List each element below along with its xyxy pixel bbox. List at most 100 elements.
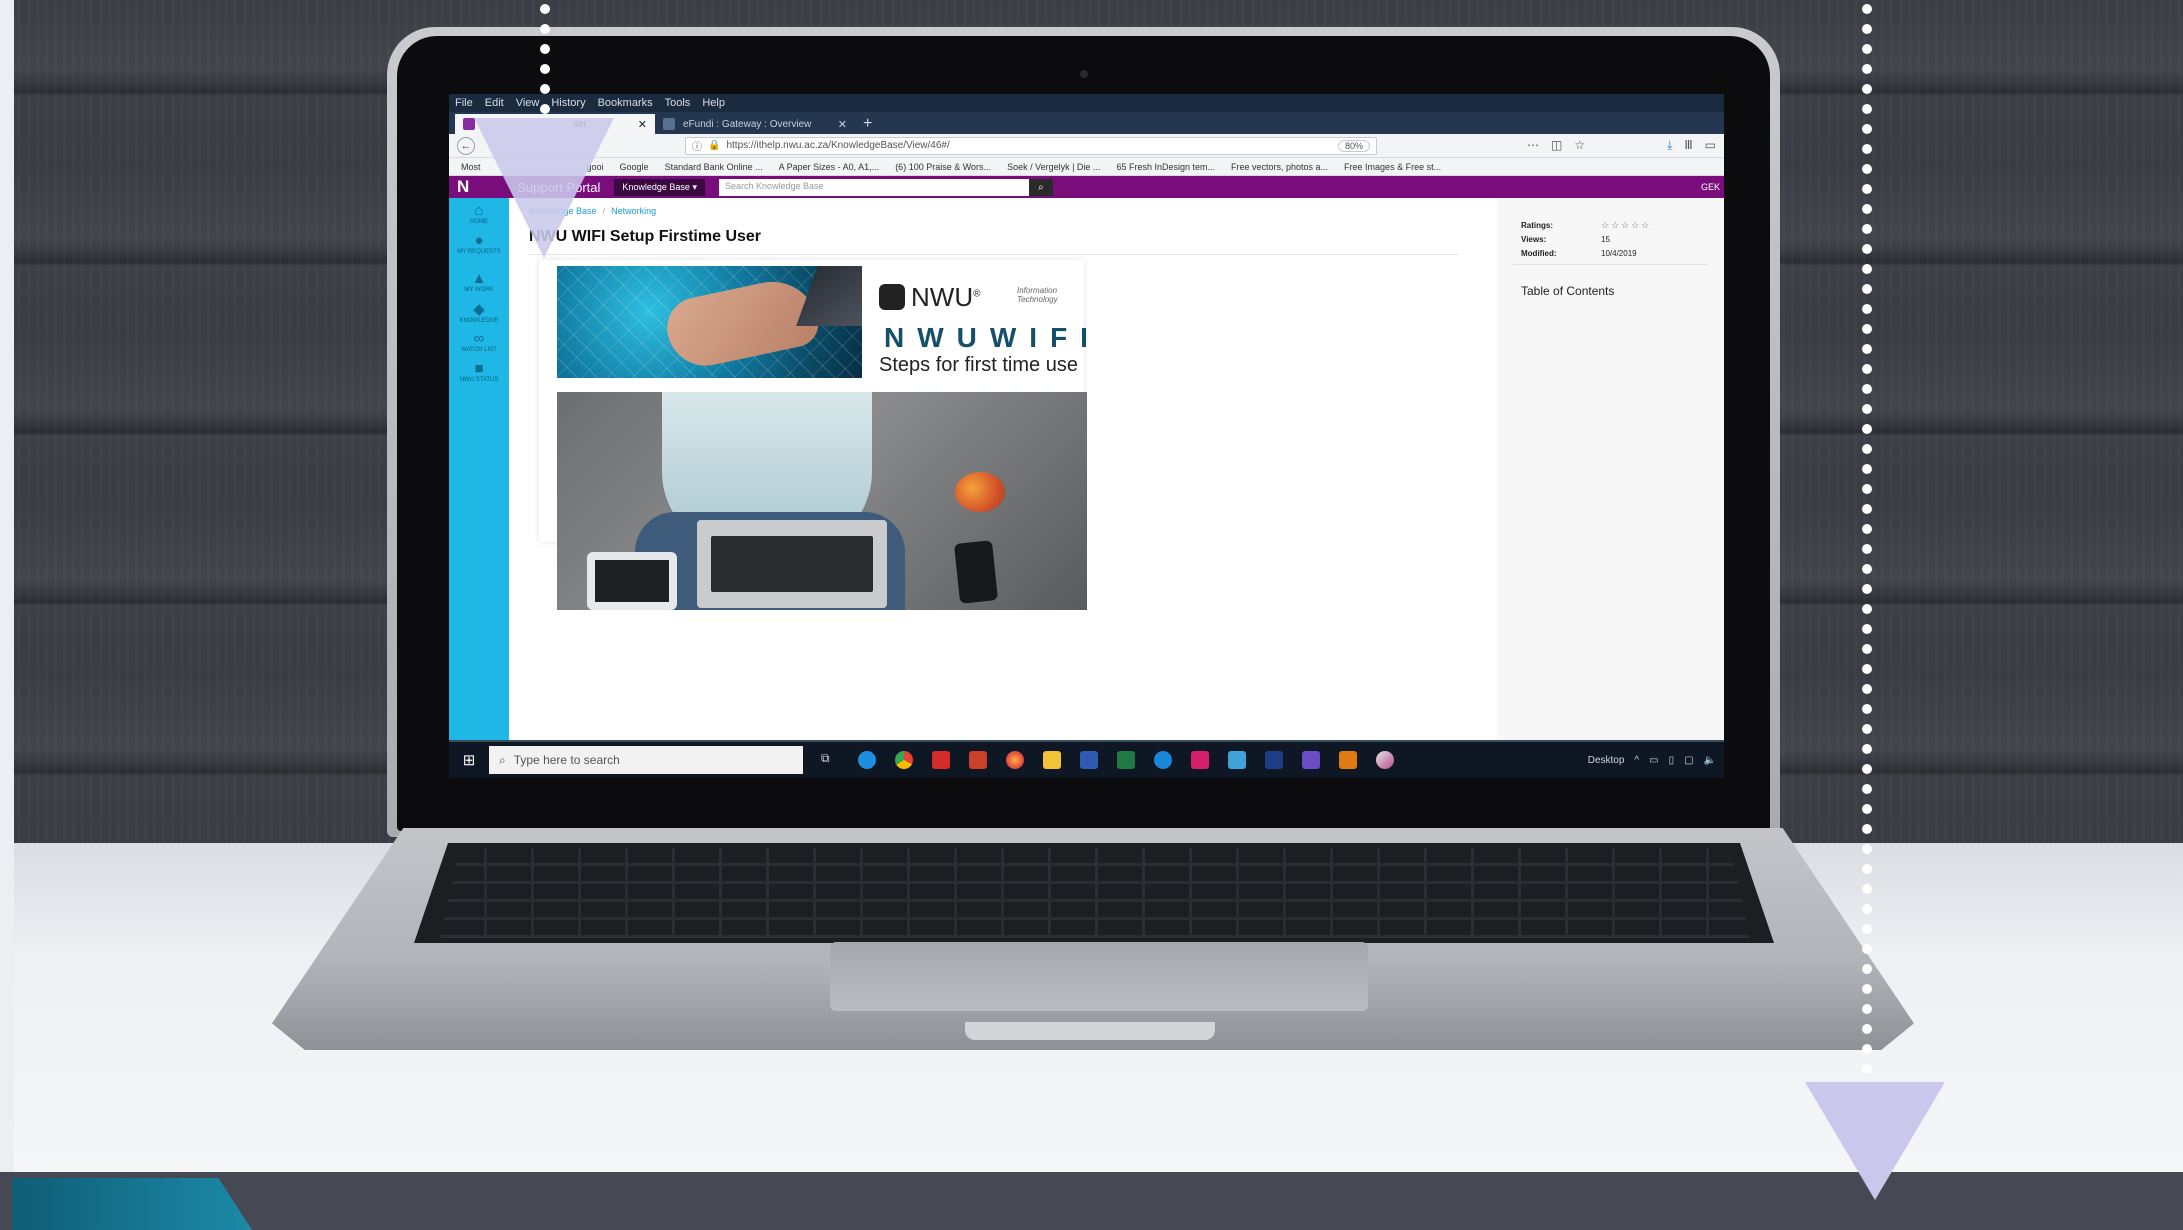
menu-help[interactable]: Help	[702, 97, 725, 109]
library-icon[interactable]: Ⅲ	[1684, 138, 1692, 153]
info-icon[interactable]: ⓘ	[692, 138, 702, 153]
sidebar-item-watch-list[interactable]: ∞ WATCH LIST	[449, 330, 509, 353]
rating-stars[interactable]: ☆☆☆☆☆	[1601, 220, 1651, 230]
volume-icon[interactable]: 🔈	[1704, 755, 1716, 766]
download-icon[interactable]: ⤓	[1667, 138, 1672, 153]
dotted-line-right	[1862, 0, 1872, 1074]
menu-history[interactable]: History	[551, 97, 585, 109]
dot	[1862, 144, 1872, 154]
word-icon[interactable]	[1080, 751, 1098, 769]
file-explorer-icon[interactable]	[1043, 751, 1061, 769]
bookmark-item[interactable]: Free Images & Free st...	[1344, 162, 1441, 172]
bookmark-item[interactable]: Google	[620, 162, 649, 172]
indesign-icon[interactable]	[1191, 751, 1209, 769]
search-icon: ⌕	[499, 752, 506, 767]
excel-icon[interactable]	[1117, 751, 1135, 769]
sidebar-item-my-work[interactable]: ▲ MY WORK	[449, 270, 509, 293]
edge-icon[interactable]	[858, 751, 876, 769]
powerpoint-icon[interactable]	[969, 751, 987, 769]
sidebar-item-label: WATCH LIST	[461, 347, 497, 353]
dot	[1862, 404, 1872, 414]
laptop-front-lip	[965, 1022, 1215, 1040]
url-text: https://ithelp.nwu.ac.za/KnowledgeBase/V…	[726, 140, 950, 151]
dot	[1862, 44, 1872, 54]
chrome-icon[interactable]	[895, 751, 913, 769]
scene: File Edit View History Bookmarks Tools H…	[0, 0, 2183, 1230]
windows-start-icon[interactable]: ⊞	[449, 751, 489, 769]
network-icon[interactable]: ▭	[1649, 755, 1658, 766]
meta-divider	[1513, 264, 1708, 265]
bookmark-item[interactable]: Standard Bank Online ...	[665, 162, 763, 172]
system-tray: Desktop ^ ▭ ▯ ▢ 🔈	[1588, 755, 1724, 766]
windows-taskbar: ⊞ ⌕ Type here to search ⧉ Desktop ^ ▭ ▯ …	[449, 742, 1724, 778]
ssms-icon[interactable]	[1228, 751, 1246, 769]
bookmark-item[interactable]: Free vectors, photos a...	[1231, 162, 1328, 172]
menu-tools[interactable]: Tools	[665, 97, 691, 109]
pocket-icon[interactable]: ◫	[1551, 138, 1562, 153]
dot	[1862, 904, 1872, 914]
portal-content: ⌂ HOME ● MY REQUESTS ▲ MY WORK ◆ KNOWLED…	[449, 198, 1724, 758]
dot	[1862, 824, 1872, 834]
paint-icon[interactable]	[1376, 751, 1394, 769]
zoom-indicator[interactable]: 80%	[1337, 139, 1370, 152]
back-button[interactable]: ←	[457, 136, 475, 155]
taskbar-apps: ⧉	[821, 751, 1394, 769]
new-tab-button[interactable]: +	[855, 114, 880, 134]
laptop-trackpad	[830, 942, 1368, 1011]
acrobat-icon[interactable]	[932, 751, 950, 769]
dot	[1862, 644, 1872, 654]
keyboard-keys	[440, 848, 1750, 938]
dotted-line-left	[540, 0, 550, 114]
sidebar-icon[interactable]: ▭	[1705, 138, 1716, 153]
photoshop-icon[interactable]	[1265, 751, 1283, 769]
portal-logo[interactable]: N	[457, 177, 469, 197]
more-icon[interactable]: ⋯	[1527, 138, 1539, 153]
url-bar[interactable]: ⓘ 🔒 https://ithelp.nwu.ac.za/KnowledgeBa…	[685, 136, 1377, 155]
divider	[529, 254, 1459, 255]
banner-photo	[557, 392, 1087, 610]
dot	[540, 4, 550, 14]
photo-apple	[955, 472, 1005, 512]
menu-bookmarks[interactable]: Bookmarks	[598, 97, 653, 109]
tab-label: eFundi : Gateway : Overview	[683, 118, 812, 130]
edge-new-icon[interactable]	[1154, 751, 1172, 769]
kb-search-input[interactable]: Search Knowledge Base	[718, 178, 1029, 196]
star-icon[interactable]: ☆	[1574, 138, 1585, 153]
tab-efundi[interactable]: eFundi : Gateway : Overview ✕	[655, 114, 855, 134]
illustrator-icon[interactable]	[1339, 751, 1357, 769]
webcam	[1080, 70, 1088, 78]
close-tab-icon[interactable]: ✕	[638, 118, 647, 131]
sidebar-item-knowledge[interactable]: ◆ KNOWLEDGE	[449, 300, 509, 324]
photo-laptop	[697, 520, 887, 608]
task-view-icon[interactable]: ⧉	[821, 751, 839, 769]
bookmark-item[interactable]: 65 Fresh InDesign tem...	[1116, 162, 1215, 172]
menu-view[interactable]: View	[516, 97, 540, 109]
dot	[540, 84, 550, 94]
bookmark-item[interactable]: (6) 100 Praise & Wors...	[895, 162, 991, 172]
menu-file[interactable]: File	[455, 97, 473, 109]
battery-icon[interactable]: ▯	[1669, 755, 1675, 766]
sidebar-item-nwu-status[interactable]: ■ NWU STATUS	[449, 360, 509, 383]
dot	[1862, 64, 1872, 74]
dot	[1862, 464, 1872, 474]
user-badge[interactable]: GEK	[1701, 182, 1724, 192]
taskbar-search-input[interactable]: ⌕ Type here to search	[489, 746, 803, 774]
close-tab-icon[interactable]: ✕	[838, 118, 847, 131]
desktop-toolbar[interactable]: Desktop	[1588, 755, 1625, 766]
dot	[1862, 684, 1872, 694]
meta-modified: Modified: 10/4/2019	[1521, 247, 1651, 261]
dot	[1862, 364, 1872, 374]
banner-headline: NWUWIFI	[884, 322, 1101, 353]
bookmark-item[interactable]: A Paper Sizes - A0, A1,...	[779, 162, 880, 172]
media-app-icon[interactable]	[1302, 751, 1320, 769]
breadcrumb-link[interactable]: Networking	[611, 206, 656, 216]
monitor-icon[interactable]: ▢	[1684, 755, 1693, 766]
search-icon[interactable]: ⌕	[1028, 178, 1053, 196]
dot	[1862, 24, 1872, 34]
knowledge-base-dropdown[interactable]: Knowledge Base ▾	[614, 178, 705, 196]
bookmark-item[interactable]: Soek / Vergelyk | Die ...	[1007, 162, 1100, 172]
dot	[1862, 4, 1872, 14]
tray-chevron-icon[interactable]: ^	[1634, 755, 1639, 766]
menu-edit[interactable]: Edit	[485, 97, 504, 109]
firefox-icon[interactable]	[1006, 751, 1024, 769]
